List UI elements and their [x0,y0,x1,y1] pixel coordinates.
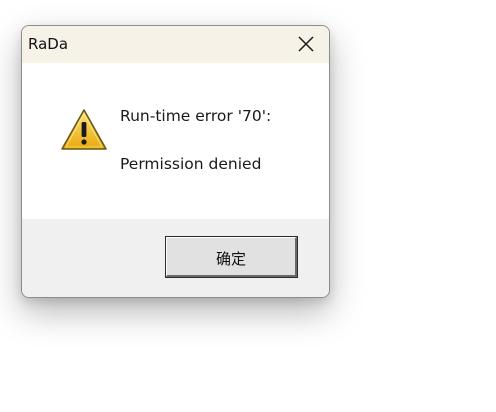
error-detail: Permission denied [120,155,262,173]
error-dialog: RaDa Run-time error '70': Permission den… [21,25,330,298]
close-button[interactable] [283,26,329,63]
window-title: RaDa [28,35,69,53]
ok-button[interactable]: 确定 [165,236,298,278]
button-bar: 确定 [22,219,329,297]
error-title: Run-time error '70': [120,107,272,125]
close-icon [298,36,314,52]
warning-icon [61,109,107,150]
message-area: Run-time error '70': Permission denied [22,63,329,219]
title-bar[interactable]: RaDa [22,26,329,63]
ok-button-label: 确定 [215,250,246,268]
